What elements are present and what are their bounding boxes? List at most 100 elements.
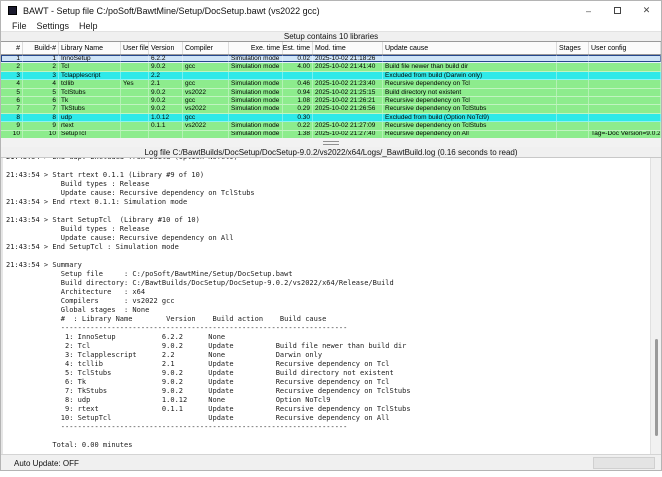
table-row[interactable]: 66Tk9.0.2gccSimulation mode1.082025-10-0… <box>1 97 661 105</box>
splitter-grip-icon[interactable] <box>323 141 339 145</box>
column-header-update-cause[interactable]: Update cause <box>383 42 557 54</box>
table-cell <box>589 122 661 129</box>
table-cell: 2025-10-02 21:23:40 <box>313 80 383 87</box>
table-cell <box>557 122 589 129</box>
column-header-user-file[interactable]: User file <box>121 42 149 54</box>
column-header-mod-time[interactable]: Mod. time <box>313 42 383 54</box>
menu-item-help[interactable]: Help <box>74 21 103 31</box>
table-row[interactable]: 88udp1.0.12gcc0.30Excluded from build (O… <box>1 114 661 122</box>
table-cell <box>557 80 589 87</box>
table-cell: 2 <box>23 63 59 70</box>
table-cell <box>557 89 589 96</box>
info-bar: Setup contains 10 libraries <box>1 31 661 41</box>
table-cell: Simulation mode <box>229 89 283 96</box>
table-cell: Simulation mode <box>229 122 283 129</box>
close-icon[interactable]: ✕ <box>632 1 661 20</box>
table-cell: Excluded from build (Darwin only) <box>383 72 557 79</box>
table-row[interactable]: 55TclStubs9.0.2vs2022Simulation mode0.94… <box>1 89 661 97</box>
table-cell: gcc <box>183 97 229 104</box>
table-cell: udp <box>59 114 121 121</box>
table-cell: Recursive dependency on All <box>383 131 557 138</box>
table-cell: 4.00 <box>283 63 313 70</box>
table-cell <box>557 55 589 62</box>
log-file-label: Log file C:/BawtBuilds/DocSetup/DocSetup… <box>144 148 517 157</box>
table-cell: TkStubs <box>59 105 121 112</box>
table-cell <box>589 80 661 87</box>
table-cell: 2.1 <box>149 80 183 87</box>
table-cell <box>557 131 589 138</box>
table-cell: vs2022 <box>183 122 229 129</box>
table-cell: gcc <box>183 80 229 87</box>
app-window: BAWT - Setup file C:/poSoft/BawtMine/Set… <box>0 0 662 471</box>
table-cell: 6 <box>23 97 59 104</box>
table-cell: rtext <box>59 122 121 129</box>
column-header-est-time[interactable]: Est. time <box>283 42 313 54</box>
table-cell <box>589 114 661 121</box>
table-cell <box>183 131 229 138</box>
table-row[interactable]: 33Tclapplescript2.2Excluded from build (… <box>1 72 661 80</box>
table-cell: Simulation mode <box>229 80 283 87</box>
column-header-user-config[interactable]: User config <box>589 42 661 54</box>
table-cell: 0.94 <box>283 89 313 96</box>
table-cell: TclStubs <box>59 89 121 96</box>
table-cell <box>121 55 149 62</box>
table-cell <box>283 72 313 79</box>
menu-item-file[interactable]: File <box>7 21 32 31</box>
table-cell <box>313 114 383 121</box>
table-cell <box>121 122 149 129</box>
log-scrollbar-thumb[interactable] <box>655 339 658 437</box>
table-header-row: #Build-#Library NameUser fileVersionComp… <box>1 42 661 55</box>
table-cell: InnoSetup <box>59 55 121 62</box>
table-cell: Simulation mode <box>229 63 283 70</box>
app-icon <box>8 6 17 15</box>
table-cell <box>313 72 383 79</box>
table-cell: Tcl <box>59 63 121 70</box>
table-cell: 10 <box>1 131 23 138</box>
table-cell <box>589 72 661 79</box>
table-row[interactable]: 44tcllibYes2.1gccSimulation mode0.462025… <box>1 80 661 88</box>
menu-item-settings[interactable]: Settings <box>32 21 75 31</box>
table-cell: Excluded from build (Option NoTcl9) <box>383 114 557 121</box>
table-cell: 3 <box>23 72 59 79</box>
column-header-exe-time[interactable]: Exe. time <box>229 42 283 54</box>
title-bar[interactable]: BAWT - Setup file C:/poSoft/BawtMine/Set… <box>1 1 661 20</box>
table-cell: 9 <box>1 122 23 129</box>
table-cell <box>557 114 589 121</box>
table-row[interactable]: 77TkStubs9.0.2vs2022Simulation mode0.292… <box>1 105 661 113</box>
table-cell: gcc <box>183 114 229 121</box>
column-header-compiler[interactable]: Compiler <box>183 42 229 54</box>
table-row[interactable]: 11InnoSetup6.2.2Simulation mode0.022025-… <box>1 55 661 63</box>
log-output-area[interactable]: 21:43:54 > End udp: Excluded from build … <box>1 158 661 454</box>
table-cell <box>121 89 149 96</box>
column-header-version[interactable]: Version <box>149 42 183 54</box>
table-cell: 5 <box>23 89 59 96</box>
pane-splitter[interactable] <box>1 138 661 147</box>
column-header-build[interactable]: Build-# <box>23 42 59 54</box>
table-row[interactable]: 99rtext0.1.1vs2022Simulation mode0.22202… <box>1 122 661 130</box>
table-cell: Simulation mode <box>229 55 283 62</box>
table-row[interactable]: 22Tcl9.0.2gccSimulation mode4.002025-10-… <box>1 63 661 71</box>
table-cell: tcllib <box>59 80 121 87</box>
table-cell: 0.29 <box>283 105 313 112</box>
table-cell: 7 <box>1 105 23 112</box>
table-cell: 4 <box>1 80 23 87</box>
table-cell: 9 <box>23 122 59 129</box>
setup-summary-label: Setup contains 10 libraries <box>284 32 378 41</box>
minimize-icon[interactable]: – <box>574 1 603 20</box>
table-cell: Simulation mode <box>229 97 283 104</box>
column-header-stages[interactable]: Stages <box>557 42 589 54</box>
table-cell: SetupTcl <box>59 131 121 138</box>
table-cell: 10 <box>23 131 59 138</box>
column-header-library-name[interactable]: Library Name <box>59 42 121 54</box>
table-cell: 1 <box>1 55 23 62</box>
table-cell <box>589 63 661 70</box>
table-cell: 0.02 <box>283 55 313 62</box>
column-header-num[interactable]: # <box>1 42 23 54</box>
log-scrollbar[interactable] <box>650 158 661 454</box>
table-cell <box>589 97 661 104</box>
table-cell: 2025-10-02 21:26:21 <box>313 97 383 104</box>
table-cell: Yes <box>121 80 149 87</box>
table-cell: 2.2 <box>149 72 183 79</box>
maximize-icon[interactable] <box>603 1 632 20</box>
table-cell: 1 <box>23 55 59 62</box>
